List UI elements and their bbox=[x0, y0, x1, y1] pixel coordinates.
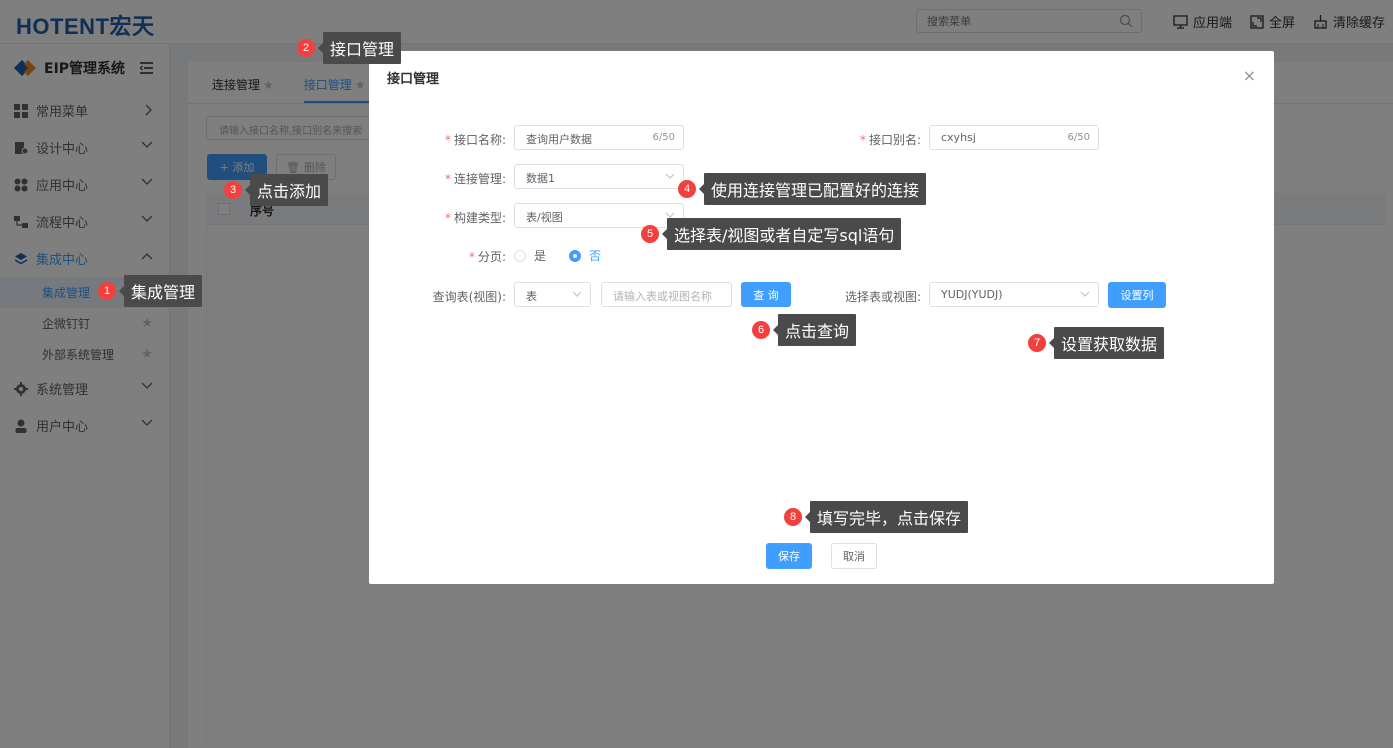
annotation-6: 6 点击查询 bbox=[752, 314, 857, 346]
save-button[interactable]: 保存 bbox=[766, 543, 812, 569]
radio-circle[interactable] bbox=[514, 249, 526, 262]
annotation-text: 集成管理 bbox=[118, 275, 203, 307]
name-input[interactable]: 查询用户数据 6/50 bbox=[514, 125, 684, 150]
set-columns-button[interactable]: 设置列 bbox=[1108, 282, 1166, 308]
annotation-text: 选择表/视图或者自定写sql语句 bbox=[661, 218, 902, 250]
table-view-select-value: YUDJ(YUDJ) bbox=[941, 288, 1003, 301]
alias-char-count: 6/50 bbox=[1067, 132, 1090, 143]
annotation-badge: 5 bbox=[641, 225, 659, 243]
paging-no-label: 否 bbox=[589, 249, 602, 263]
name-char-count: 6/50 bbox=[652, 132, 675, 143]
query-type-select[interactable]: 表 bbox=[514, 282, 591, 307]
connection-select-value: 数据1 bbox=[526, 172, 555, 185]
select-table-label: 选择表或视图: bbox=[844, 290, 921, 304]
alias-input[interactable]: cxyhsj 6/50 bbox=[929, 125, 1099, 150]
annotation-text: 点击查询 bbox=[772, 314, 857, 346]
close-icon[interactable]: × bbox=[1243, 66, 1256, 85]
connection-field-label: * 连接管理: bbox=[444, 172, 506, 186]
build-type-select-value: 表/视图 bbox=[526, 211, 563, 224]
chevron-down-icon bbox=[665, 173, 675, 179]
annotation-text: 点击添加 bbox=[244, 174, 329, 206]
table-name-input[interactable]: 请输入表或视图名称 bbox=[601, 282, 732, 307]
table-view-select[interactable]: YUDJ(YUDJ) bbox=[929, 282, 1099, 307]
annotation-2: 2 接口管理 bbox=[297, 32, 402, 64]
annotation-5: 5 选择表/视图或者自定写sql语句 bbox=[641, 218, 902, 250]
annotation-text: 设置获取数据 bbox=[1048, 327, 1165, 359]
connection-select[interactable]: 数据1 bbox=[514, 164, 684, 189]
annotation-badge: 3 bbox=[224, 181, 242, 199]
query-button[interactable]: 查 询 bbox=[741, 282, 791, 307]
name-input-value: 查询用户数据 bbox=[526, 133, 592, 146]
annotation-badge: 6 bbox=[752, 321, 770, 339]
paging-yes-radio[interactable]: 是 bbox=[514, 247, 546, 264]
annotation-7: 7 设置获取数据 bbox=[1028, 327, 1165, 359]
annotation-badge: 2 bbox=[297, 39, 315, 57]
chevron-down-icon bbox=[572, 291, 582, 297]
paging-yes-label: 是 bbox=[534, 249, 547, 263]
query-table-label: 查询表(视图): bbox=[432, 290, 506, 304]
annotation-3: 3 点击添加 bbox=[224, 174, 329, 206]
build-type-field-label: * 构建类型: bbox=[444, 211, 506, 225]
cancel-button[interactable]: 取消 bbox=[831, 543, 877, 569]
annotation-text: 接口管理 bbox=[317, 32, 402, 64]
annotation-badge: 8 bbox=[784, 508, 802, 526]
annotation-1: 1 集成管理 bbox=[98, 275, 203, 307]
annotation-text: 填写完毕，点击保存 bbox=[804, 501, 969, 533]
query-type-select-value: 表 bbox=[526, 290, 537, 303]
chevron-down-icon bbox=[1080, 291, 1090, 297]
paging-no-radio[interactable]: 否 bbox=[569, 247, 601, 264]
dialog-title: 接口管理 bbox=[387, 72, 440, 87]
alias-field-label: * 接口别名: bbox=[859, 133, 921, 147]
annotation-badge: 4 bbox=[678, 180, 696, 198]
alias-input-value: cxyhsj bbox=[941, 131, 976, 144]
name-field-label: * 接口名称: bbox=[444, 133, 506, 147]
annotation-badge: 7 bbox=[1028, 334, 1046, 352]
paging-field-label: * 分页: bbox=[468, 250, 506, 264]
radio-circle[interactable] bbox=[569, 249, 581, 262]
annotation-badge: 1 bbox=[98, 282, 116, 300]
annotation-4: 4 使用连接管理已配置好的连接 bbox=[678, 173, 927, 205]
annotation-text: 使用连接管理已配置好的连接 bbox=[698, 173, 927, 205]
annotation-8: 8 填写完毕，点击保存 bbox=[784, 501, 969, 533]
